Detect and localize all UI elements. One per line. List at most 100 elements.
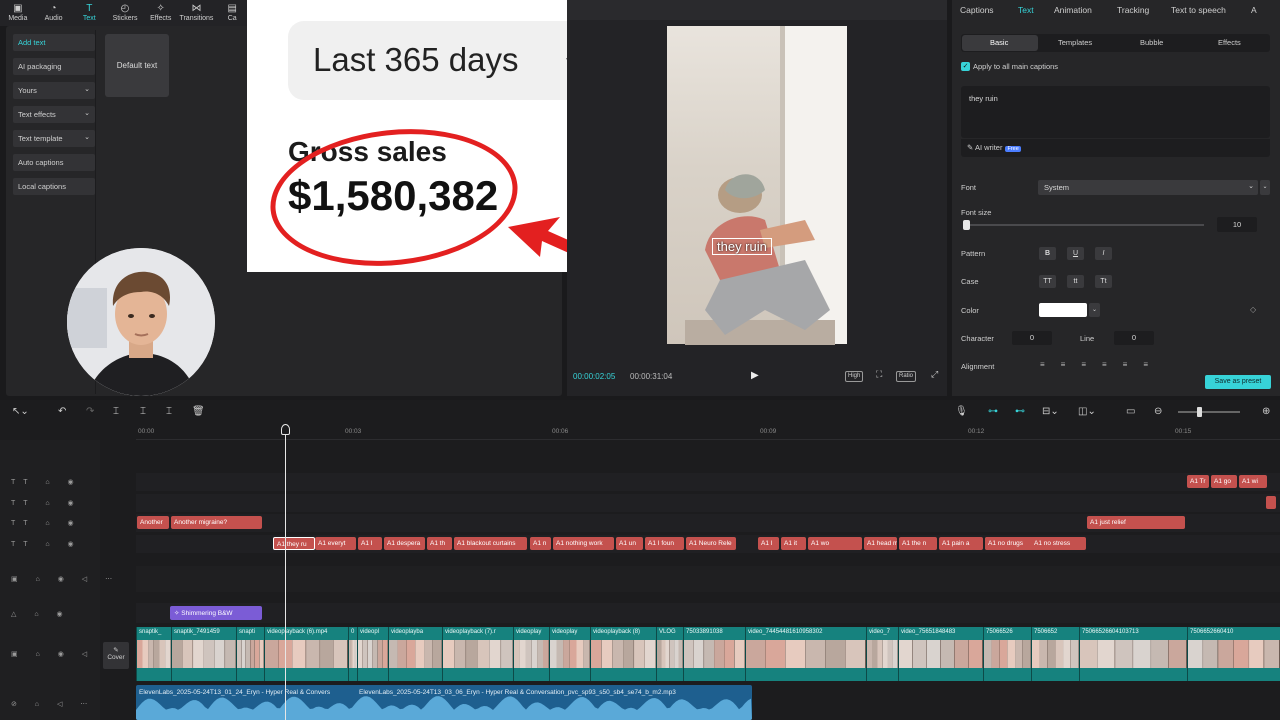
nav-local-captions[interactable]: Local captions [13, 178, 95, 195]
video-clip[interactable]: 7506652660410 [1187, 627, 1280, 681]
caption-clip[interactable] [1266, 496, 1276, 509]
video-clip[interactable]: videoplayback (7).r [442, 627, 513, 681]
case-title-button[interactable]: Tt [1095, 275, 1112, 288]
tab-more[interactable]: A [1251, 5, 1257, 15]
video-clip[interactable]: videoplay [513, 627, 549, 681]
font-size-slider-handle[interactable] [963, 220, 970, 230]
text-color-swatch[interactable] [1039, 303, 1087, 317]
alignment-icons[interactable]: ≡≡≡≡≡≡ [1040, 360, 1164, 369]
tool-transitions[interactable]: ⋈ Transitions [179, 0, 215, 26]
split-right-icon[interactable]: ⌶ [166, 406, 172, 417]
video-clip[interactable]: videoplayback (8) [590, 627, 656, 681]
delete-icon[interactable]: 🗑 [192, 406, 205, 417]
video-clip[interactable]: videopl [357, 627, 388, 681]
chevron-down-icon[interactable]: ⌄ [1089, 303, 1100, 317]
video-clip[interactable]: snapti [236, 627, 264, 681]
snap-icon[interactable]: ⊷ [1015, 406, 1025, 417]
video-clip[interactable]: snaptik_ [136, 627, 171, 681]
text-track-controls[interactable]: TT ⌂ ◉ [11, 478, 82, 486]
caption-clip[interactable]: A1 th [427, 537, 452, 550]
playhead-handle[interactable] [281, 424, 290, 435]
keyframe-icon[interactable]: ◇ [1250, 305, 1256, 314]
caption-clip[interactable]: A1 they ru [273, 537, 315, 550]
character-spacing-input[interactable]: 0 [1012, 331, 1052, 345]
playhead[interactable] [285, 424, 286, 720]
subtitle-icon[interactable]: ▭ [1126, 406, 1135, 417]
fullscreen-icon[interactable]: ⤢ [929, 368, 940, 379]
tab-captions[interactable]: Captions [960, 5, 994, 15]
tool-media[interactable]: ▣ Media [0, 0, 36, 26]
video-clip[interactable]: 7506652 [1031, 627, 1079, 681]
text-clip[interactable]: Another migraine? [171, 516, 262, 529]
font-options-icon[interactable]: ⌄ [1260, 180, 1270, 195]
default-text-preset[interactable]: Default text [105, 34, 169, 97]
caption-clip[interactable]: A1 l [758, 537, 779, 550]
overlay-track-controls[interactable]: ▣ ⌂ ◉ ◁ ⋯ [11, 575, 120, 583]
caption-clip[interactable]: A1 un [616, 537, 643, 550]
save-preset-button[interactable]: Save as preset [1205, 375, 1271, 389]
redo-icon[interactable]: ↷ [86, 406, 94, 417]
video-clip[interactable]: videoplayba [388, 627, 442, 681]
effect-clip[interactable]: ✧ Shimmering B&W [170, 606, 262, 620]
caption-clip[interactable]: A1 n [530, 537, 551, 550]
subtab-basic[interactable]: Basic [990, 38, 1008, 47]
play-icon[interactable]: ▶ [751, 370, 759, 381]
preview-axis-icon[interactable]: ⊟⌄ [1042, 406, 1059, 417]
font-size-slider[interactable] [966, 224, 1204, 226]
cover-button[interactable]: ✎ Cover [103, 642, 129, 669]
time-ruler[interactable] [136, 424, 1280, 440]
video-clip[interactable]: 75066526604103713 [1079, 627, 1187, 681]
italic-button[interactable]: I [1095, 247, 1112, 260]
video-clip[interactable]: snaptik_7491459 [171, 627, 236, 681]
caption-clip[interactable]: A1 everyt [315, 537, 356, 550]
video-clip[interactable]: video_7 [866, 627, 898, 681]
caption-text-input[interactable]: they ruin [961, 86, 1270, 138]
tab-text[interactable]: Text [1018, 5, 1034, 15]
video-clip[interactable]: 0 [348, 627, 357, 681]
video-clip[interactable]: videoplayback (6).mp4 [264, 627, 348, 681]
tool-captions[interactable]: ▤ Ca [214, 0, 250, 26]
caption-clip[interactable]: A1 I foun [645, 537, 684, 550]
microphone-icon[interactable]: 🎙 [955, 406, 968, 417]
caption-clip[interactable]: A1 nothing work [553, 537, 614, 550]
video-clip[interactable]: video_74454481610958302 [745, 627, 866, 681]
case-upper-button[interactable]: TT [1039, 275, 1056, 288]
subtab-bubble[interactable]: Bubble [1140, 38, 1163, 47]
nav-auto-captions[interactable]: Auto captions [13, 154, 95, 171]
tool-audio[interactable]: ◔ Audio [36, 0, 72, 26]
tool-stickers[interactable]: ◴ Stickers [107, 0, 143, 26]
bold-button[interactable]: B [1039, 247, 1056, 260]
caption-clip[interactable]: A1 despera [384, 537, 425, 550]
text-track-controls[interactable]: TT ⌂ ◉ [11, 540, 82, 548]
caption-clip[interactable]: A1 wo [808, 537, 862, 550]
underline-button[interactable]: U [1067, 247, 1084, 260]
font-size-input[interactable]: 10 [1217, 217, 1257, 232]
video-clip[interactable]: videoplay [549, 627, 590, 681]
nav-ai-packaging[interactable]: AI packaging [13, 58, 95, 75]
caption-clip[interactable]: A1 pain a [939, 537, 983, 550]
zoom-in-icon[interactable]: ⊕ [1262, 406, 1270, 417]
caption-clip[interactable]: A1 blackout curtains [454, 537, 527, 550]
effect-track-controls[interactable]: △ ⌂ ◉ [11, 610, 71, 618]
video-clip[interactable]: VLOG [656, 627, 683, 681]
date-range-dropdown[interactable]: Last 365 days ⌄ [288, 21, 607, 100]
video-clip[interactable]: 75033891038 [683, 627, 745, 681]
case-lower-button[interactable]: tt [1067, 275, 1084, 288]
quality-button[interactable]: High [845, 371, 864, 382]
split-icon[interactable]: ⌶ [113, 406, 119, 417]
fit-icon[interactable]: ⛶ [874, 368, 884, 379]
tab-text-to-speech[interactable]: Text to speech [1171, 5, 1226, 15]
caption-clip[interactable]: A1 no stress [1031, 537, 1086, 550]
caption-clip[interactable]: A1 go [1211, 475, 1237, 488]
undo-icon[interactable]: ↶ [58, 406, 66, 417]
nav-text-effects[interactable]: Text effects ⌄ [13, 106, 95, 123]
caption-clip[interactable]: A1 head ma [864, 537, 897, 550]
ai-writer-button[interactable]: ✎ AI writer Free [961, 139, 1270, 157]
caption-clip[interactable]: A1 it [781, 537, 806, 550]
audio-options-icon[interactable]: ◫⌄ [1078, 406, 1096, 417]
zoom-out-icon[interactable]: ⊖ [1154, 406, 1162, 417]
tab-animation[interactable]: Animation [1054, 5, 1092, 15]
zoom-slider[interactable] [1178, 411, 1240, 413]
zoom-slider-handle[interactable] [1197, 407, 1202, 417]
caption-clip[interactable]: A1 Neuro Rele [686, 537, 736, 550]
